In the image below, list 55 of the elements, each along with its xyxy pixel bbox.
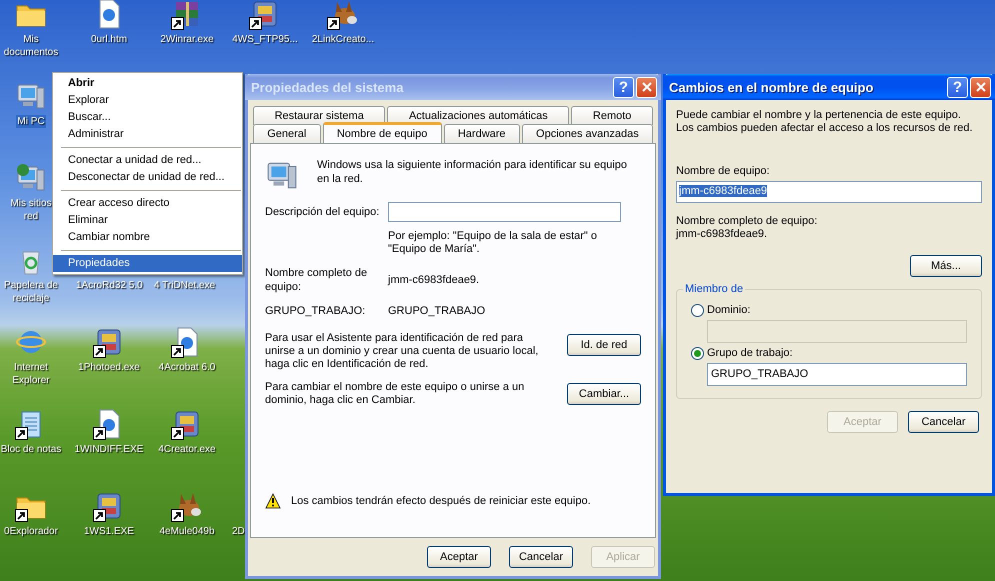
field-label: Descripción del equipo: <box>265 205 380 219</box>
menu-item[interactable]: Eliminar <box>53 212 242 229</box>
menu-item[interactable]: Administrar <box>53 126 242 143</box>
desktop-icon-label[interactable]: 2Winrar.exe <box>159 33 215 46</box>
desktop-icon-label[interactable]: 2D <box>231 525 246 538</box>
instruction-text: Para usar el Asistente para identificación de red para unirse a un dominio y crear una cuenta de usuario local, haga clic en Identificación de red. <box>265 332 540 371</box>
help-button[interactable]: ? <box>947 76 968 98</box>
example-text: Por ejemplo: "Equipo de la sala de estar" o "Equipo de María". <box>388 230 598 256</box>
workgroup-name: GRUPO_TRABAJO <box>388 305 486 317</box>
desktop-icon-label[interactable]: 4Acrobat 6.0 <box>158 361 216 374</box>
close-button[interactable] <box>970 76 991 98</box>
intro-text: Windows usa la siguiente información para identificar su equipo en la red. <box>317 158 628 186</box>
desktop-icon-label[interactable]: 4eMule049b <box>158 525 216 538</box>
menu-item[interactable]: Conectar a unidad de red... <box>53 152 242 169</box>
window-title: Propiedades del sistema <box>251 80 404 94</box>
more-button[interactable]: Más... <box>910 255 982 277</box>
dialog-button[interactable]: Cancelar <box>908 411 979 433</box>
menu-item[interactable]: Buscar... <box>53 109 242 126</box>
field-label: Nombre de equipo: <box>676 165 771 178</box>
close-icon <box>976 82 986 92</box>
field-value: jmm-c6983fdeae9 <box>679 185 768 197</box>
desktop-icon-label[interactable]: 1WINDIFF.EXE <box>74 443 144 456</box>
desktop-icon-label[interactable]: 0Explorador <box>3 525 59 538</box>
instruction-text: Para cambiar el nombre de este equipo o unirse a un dominio, haga clic en Cambiar. <box>265 381 526 407</box>
field-label: Nombre completo de equipo: <box>676 215 818 228</box>
menu-item[interactable]: Crear acceso directo <box>53 195 242 212</box>
desktop-icon-label[interactable]: 4WS_FTP95... <box>231 33 299 46</box>
desktop-icon-label[interactable]: 0url.htm <box>90 33 128 46</box>
warning-icon <box>265 493 281 509</box>
desktop-icon-label[interactable]: Bloc de notas <box>0 443 62 456</box>
menu-item[interactable]: Cambiar nombre <box>53 229 242 246</box>
field-label: GRUPO_TRABAJO: <box>265 304 366 318</box>
field-label: Nombre completo de equipo: <box>265 266 368 294</box>
intro-text: Puede cambiar el nombre y la pertenencia de este equipo. Los cambios pueden afectar el acceso a los recursos de red. <box>676 109 974 135</box>
menu-item[interactable]: Abrir <box>53 75 242 92</box>
donkey-icon[interactable] <box>327 0 359 30</box>
computer-name: jmm-c6983fdeae9. <box>388 274 480 286</box>
desktop-icon-label[interactable]: Mis documentos <box>2 33 60 59</box>
warning-text: Los cambios tendrán efecto después de reiniciar este equipo. <box>291 495 591 507</box>
computer-name: jmm-c6983fdeae9. <box>676 228 768 241</box>
menu-item[interactable]: Desconectar de unidad de red... <box>53 169 242 186</box>
desktop-icon-label[interactable]: Mis sitios red <box>9 197 53 223</box>
desktop-icon-label[interactable]: 1WS1.EXE <box>82 525 136 538</box>
input-field[interactable]: GRUPO_TRABAJO <box>707 363 967 386</box>
desktop-icon-label[interactable]: 2LinkCreato... <box>310 33 376 46</box>
desktop-icon-label[interactable]: 4Creator.exe <box>157 443 217 456</box>
menu-item[interactable]: Propiedades <box>53 255 242 272</box>
menu-item[interactable]: Explorar <box>53 92 242 109</box>
radio-button[interactable]: Grupo de trabajo: <box>691 347 793 360</box>
desktop-icon-label[interactable]: Mi PC <box>16 115 46 128</box>
desktop-icon-label[interactable]: 1Photoed.exe <box>77 361 141 374</box>
close-icon <box>642 82 652 92</box>
computer-name-field[interactable]: jmm-c6983fdeae9 <box>676 181 982 203</box>
desktop-icon-label[interactable]: Internet Explorer <box>11 361 51 387</box>
window-title: Cambios en el nombre de equipo <box>669 80 874 94</box>
